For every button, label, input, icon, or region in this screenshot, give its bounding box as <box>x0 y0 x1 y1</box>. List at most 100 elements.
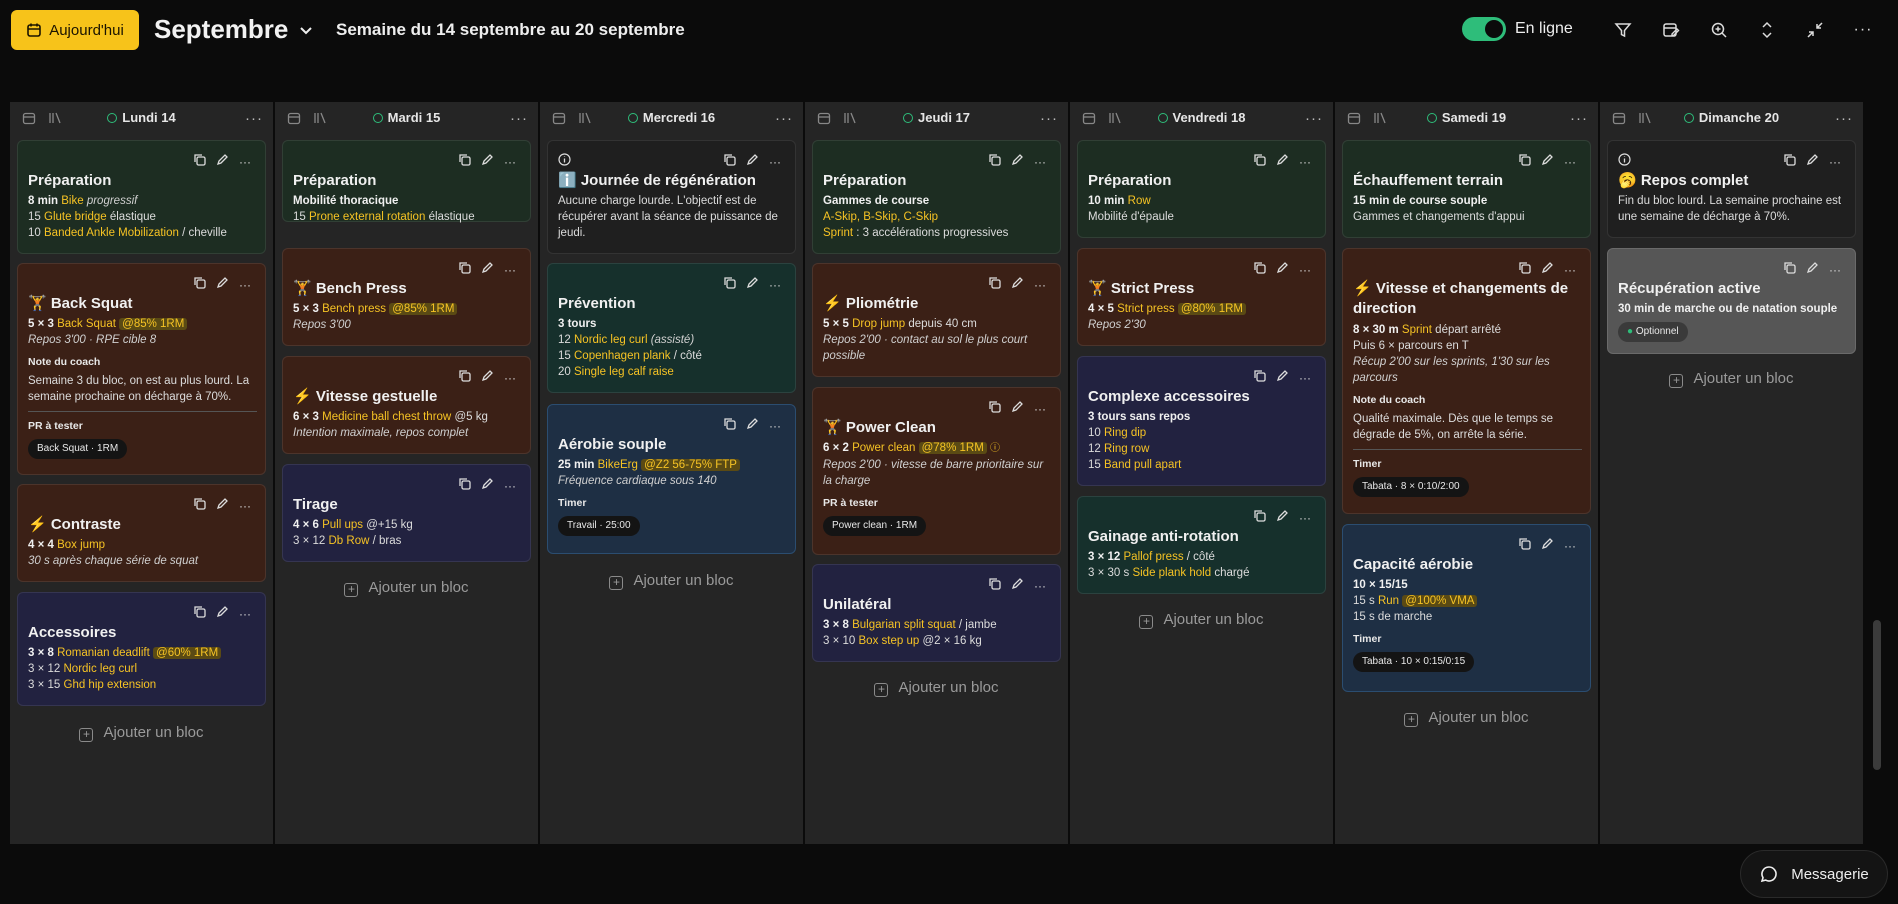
block-card[interactable]: ··· ℹ️ Journée de régénération Aucune ch… <box>547 140 796 254</box>
more-icon[interactable]: ··· <box>504 155 516 169</box>
block-card[interactable]: ··· Unilatéral 3 × 8 Bulgarian split squ… <box>812 564 1061 662</box>
more-icon[interactable]: ··· <box>1570 110 1588 127</box>
edit-icon[interactable] <box>1011 577 1024 595</box>
block-card[interactable]: ··· Préparation 10 min Row Mobilité d'ép… <box>1077 140 1326 238</box>
edit-icon[interactable] <box>746 417 759 435</box>
edit-icon[interactable] <box>1806 153 1819 171</box>
more-icon[interactable]: ··· <box>1564 263 1576 277</box>
more-icon[interactable]: ··· <box>1299 263 1311 277</box>
more-icon[interactable]: ··· <box>504 479 516 493</box>
add-block-button[interactable]: + Ajouter un bloc <box>1600 370 1863 388</box>
edit-icon[interactable] <box>1011 400 1024 418</box>
edit-icon[interactable] <box>1011 153 1024 171</box>
copy-icon[interactable] <box>1253 261 1266 279</box>
block-card[interactable]: ··· 🥱 Repos complet Fin du bloc lourd. L… <box>1607 140 1856 238</box>
more-icon[interactable]: ··· <box>1034 278 1046 292</box>
copy-icon[interactable] <box>723 276 736 294</box>
more-icon[interactable]: ··· <box>1299 371 1311 385</box>
block-card[interactable]: ··· ⚡ Pliométrie 5 × 5 Drop jump depuis … <box>812 263 1061 377</box>
block-card[interactable]: ··· Prévention 3 tours 12 Nordic leg cur… <box>547 263 796 393</box>
zoom-in-icon[interactable] <box>1707 18 1731 42</box>
more-icon[interactable]: ··· <box>245 110 263 127</box>
block-card[interactable]: ··· Complexe accessoires 3 tours sans re… <box>1077 356 1326 486</box>
copy-icon[interactable] <box>458 261 471 279</box>
edit-icon[interactable] <box>1541 261 1554 279</box>
more-icon[interactable]: ··· <box>769 419 781 433</box>
edit-icon[interactable] <box>1541 537 1554 555</box>
more-icon[interactable]: ··· <box>1034 155 1046 169</box>
copy-icon[interactable] <box>723 153 736 171</box>
copy-icon[interactable] <box>988 400 1001 418</box>
vertical-scrollbar[interactable] <box>1872 62 1882 844</box>
copy-icon[interactable] <box>1783 261 1796 279</box>
copy-icon[interactable] <box>1518 153 1531 171</box>
more-icon[interactable]: ··· <box>1851 18 1875 42</box>
copy-icon[interactable] <box>193 276 206 294</box>
more-icon[interactable]: ··· <box>510 110 528 127</box>
edit-icon[interactable] <box>481 369 494 387</box>
edit-icon[interactable] <box>1541 153 1554 171</box>
more-icon[interactable]: ··· <box>775 110 793 127</box>
edit-icon[interactable] <box>216 153 229 171</box>
edit-icon[interactable] <box>1276 509 1289 527</box>
edit-icon[interactable] <box>216 276 229 294</box>
more-icon[interactable]: ··· <box>769 155 781 169</box>
copy-icon[interactable] <box>723 417 736 435</box>
block-card[interactable]: ··· Gainage anti-rotation 3 × 12 Pallof … <box>1077 496 1326 594</box>
online-toggle[interactable] <box>1462 17 1506 41</box>
month-selector[interactable]: Septembre <box>154 14 314 45</box>
messaging-button[interactable]: Messagerie <box>1740 850 1888 898</box>
copy-icon[interactable] <box>988 577 1001 595</box>
block-card[interactable]: ··· ⚡ Vitesse et changements de directio… <box>1342 248 1591 514</box>
copy-icon[interactable] <box>193 605 206 623</box>
edit-icon[interactable] <box>481 477 494 495</box>
edit-icon[interactable] <box>746 153 759 171</box>
edit-icon[interactable] <box>1276 369 1289 387</box>
block-card[interactable]: ··· ⚡ Vitesse gestuelle 6 × 3 Medicine b… <box>282 356 531 454</box>
add-block-button[interactable]: + Ajouter un bloc <box>805 679 1068 697</box>
edit-icon[interactable] <box>481 261 494 279</box>
more-icon[interactable]: ··· <box>1040 110 1058 127</box>
copy-icon[interactable] <box>988 153 1001 171</box>
more-icon[interactable]: ··· <box>1299 511 1311 525</box>
add-block-button[interactable]: + Ajouter un bloc <box>10 724 273 742</box>
block-card[interactable]: ··· Récupération active 30 min de marche… <box>1607 248 1856 354</box>
more-icon[interactable]: ··· <box>1034 402 1046 416</box>
today-button[interactable]: Aujourd'hui <box>11 10 139 50</box>
edit-icon[interactable] <box>216 497 229 515</box>
edit-icon[interactable] <box>1276 261 1289 279</box>
block-card[interactable]: ··· 🏋 Bench Press 5 × 3 Bench press @85%… <box>282 248 531 346</box>
block-card[interactable]: ··· Tirage 4 × 6 Pull ups @+15 kg 3 × 12… <box>282 464 531 562</box>
more-icon[interactable]: ··· <box>1299 155 1311 169</box>
edit-icon[interactable] <box>746 276 759 294</box>
block-card[interactable]: ··· 🏋 Power Clean 6 × 2 Power clean @78%… <box>812 387 1061 555</box>
more-icon[interactable]: ··· <box>1564 155 1576 169</box>
block-card[interactable]: ··· Préparation Gammes de course A-Skip,… <box>812 140 1061 254</box>
calendar-edit-icon[interactable] <box>1659 18 1683 42</box>
more-icon[interactable]: ··· <box>504 371 516 385</box>
more-icon[interactable]: ··· <box>504 263 516 277</box>
more-icon[interactable]: ··· <box>1835 110 1853 127</box>
block-card[interactable]: ··· Préparation Mobilité thoracique 15 P… <box>282 140 531 223</box>
more-icon[interactable]: ··· <box>1034 579 1046 593</box>
block-card[interactable]: ··· Capacité aérobie 10 × 15/15 15 s Run… <box>1342 524 1591 692</box>
more-icon[interactable]: ··· <box>769 278 781 292</box>
copy-icon[interactable] <box>193 153 206 171</box>
more-icon[interactable]: ··· <box>239 499 251 513</box>
block-card[interactable]: ··· Accessoires 3 × 8 Romanian deadlift … <box>17 592 266 706</box>
add-block-button[interactable]: + Ajouter un bloc <box>1070 611 1333 629</box>
copy-icon[interactable] <box>458 477 471 495</box>
copy-icon[interactable] <box>1253 369 1266 387</box>
block-card[interactable]: ··· ⚡ Contraste 4 × 4 Box jump 30 s aprè… <box>17 484 266 582</box>
copy-icon[interactable] <box>1253 153 1266 171</box>
more-icon[interactable]: ··· <box>239 607 251 621</box>
edit-icon[interactable] <box>1806 261 1819 279</box>
more-icon[interactable]: ··· <box>239 278 251 292</box>
more-icon[interactable]: ··· <box>1829 263 1841 277</box>
copy-icon[interactable] <box>193 497 206 515</box>
copy-icon[interactable] <box>988 276 1001 294</box>
more-icon[interactable]: ··· <box>1564 539 1576 553</box>
block-card[interactable]: ··· 🏋 Strict Press 4 × 5 Strict press @8… <box>1077 248 1326 346</box>
add-block-button[interactable]: + Ajouter un bloc <box>275 579 538 597</box>
more-icon[interactable]: ··· <box>1305 110 1323 127</box>
